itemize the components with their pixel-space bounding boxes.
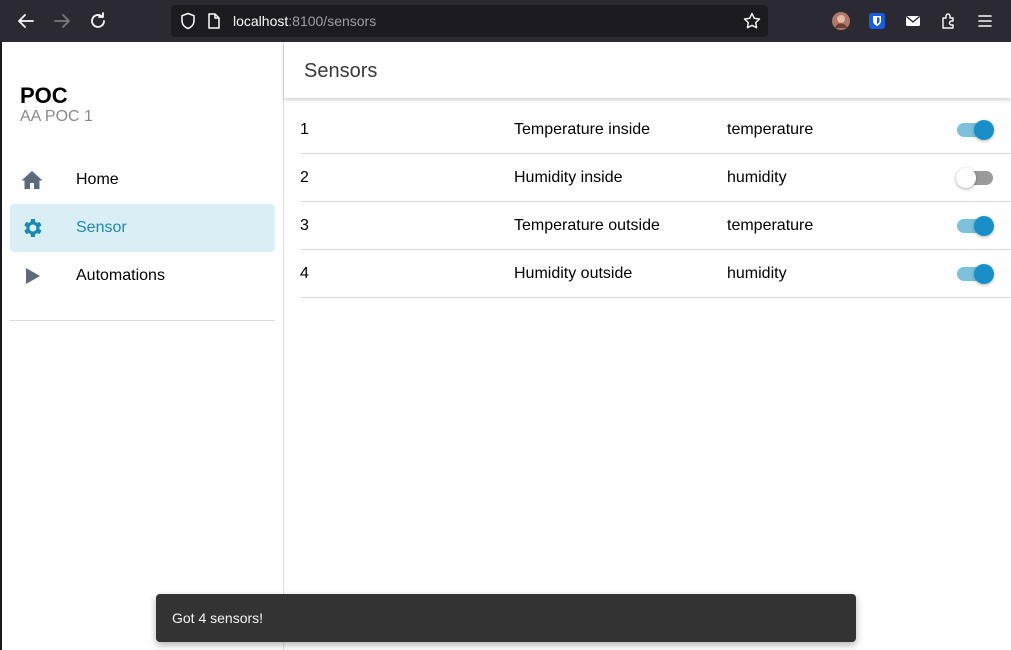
list-item[interactable]: 1 Temperature inside temperature (300, 106, 1011, 154)
menu-hamburger-icon[interactable] (974, 10, 996, 32)
extensions-icon[interactable] (938, 10, 960, 32)
toast: Got 4 sensors! (156, 594, 856, 642)
home-icon (20, 168, 44, 192)
sidebar: POC AA POC 1 Home Sensor Automations (2, 42, 284, 650)
sidebar-item-sensor[interactable]: Sensor (10, 204, 275, 252)
sensor-id: 2 (300, 169, 309, 186)
sensor-name: Humidity inside (514, 169, 623, 186)
sensor-name: Temperature inside (514, 121, 651, 138)
sensor-toggle[interactable] (956, 168, 993, 188)
shield-icon[interactable] (179, 12, 197, 35)
mail-icon[interactable] (902, 10, 924, 32)
sensor-id: 4 (300, 265, 309, 282)
sidebar-item-label: Home (76, 171, 119, 188)
url-text: localhost:8100/sensors (233, 13, 376, 29)
sensor-toggle[interactable] (957, 264, 994, 284)
sidebar-item-label: Automations (76, 267, 165, 284)
bitwarden-icon[interactable] (866, 10, 888, 32)
main-content: Sensors 1 Temperature inside temperature… (284, 42, 1011, 650)
app-viewport: POC AA POC 1 Home Sensor Automations Sen… (2, 42, 1011, 650)
sensor-type: temperature (727, 217, 814, 234)
sidebar-item-home[interactable]: Home (10, 156, 275, 204)
sidebar-item-label: Sensor (76, 219, 127, 236)
gear-icon (20, 216, 44, 240)
sensor-name: Humidity outside (514, 265, 633, 282)
sensor-name: Temperature outside (514, 217, 660, 234)
sidebar-divider (10, 320, 275, 321)
sensor-toggle[interactable] (957, 120, 994, 140)
sensor-type: humidity (727, 169, 787, 186)
url-path: :8100/sensors (288, 13, 377, 29)
page-header: Sensors (284, 42, 1011, 98)
list-item[interactable]: 4 Humidity outside humidity (300, 250, 1011, 298)
sensor-list: 1 Temperature inside temperature 2 Humid… (300, 106, 1011, 298)
sensor-type: temperature (727, 121, 814, 138)
avatar-icon[interactable] (830, 10, 852, 32)
toast-message: Got 4 sensors! (172, 610, 264, 626)
page-icon (207, 13, 221, 34)
sensor-toggle[interactable] (957, 216, 994, 236)
list-item[interactable]: 2 Humidity inside humidity (300, 154, 1011, 202)
play-icon (20, 264, 44, 288)
url-host: localhost (233, 13, 289, 29)
reload-icon[interactable] (86, 9, 110, 33)
list-item[interactable]: 3 Temperature outside temperature (300, 202, 1011, 250)
forward-icon[interactable] (50, 9, 74, 33)
sensor-id: 3 (300, 217, 309, 234)
browser-toolbar: localhost:8100/sensors (0, 0, 1011, 42)
sensor-type: humidity (727, 265, 787, 282)
sidebar-item-automations[interactable]: Automations (10, 252, 275, 300)
page-title: Sensors (304, 60, 378, 82)
sensor-id: 1 (300, 121, 309, 138)
bookmark-star-icon[interactable] (743, 12, 761, 35)
app-title: POC (20, 83, 68, 108)
back-icon[interactable] (14, 9, 38, 33)
address-bar[interactable]: localhost:8100/sensors (171, 5, 768, 37)
app-subtitle: AA POC 1 (20, 108, 93, 125)
